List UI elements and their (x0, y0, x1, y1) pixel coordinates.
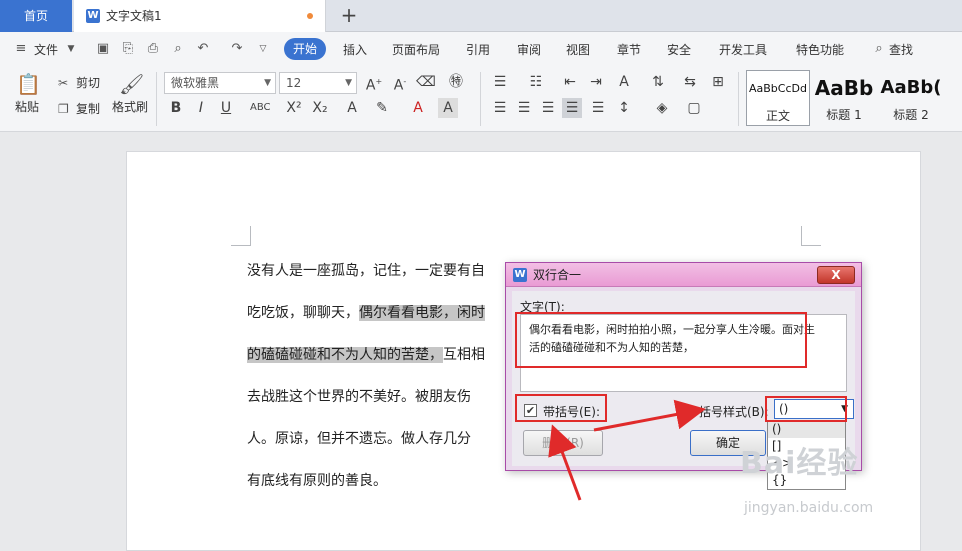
arrow-to-checkbox (548, 424, 582, 501)
watermark-url: jingyan.baidu.com (744, 500, 874, 516)
arrow-to-select (593, 399, 706, 432)
baidu-jingyan-logo: Bai经验 (740, 446, 859, 481)
